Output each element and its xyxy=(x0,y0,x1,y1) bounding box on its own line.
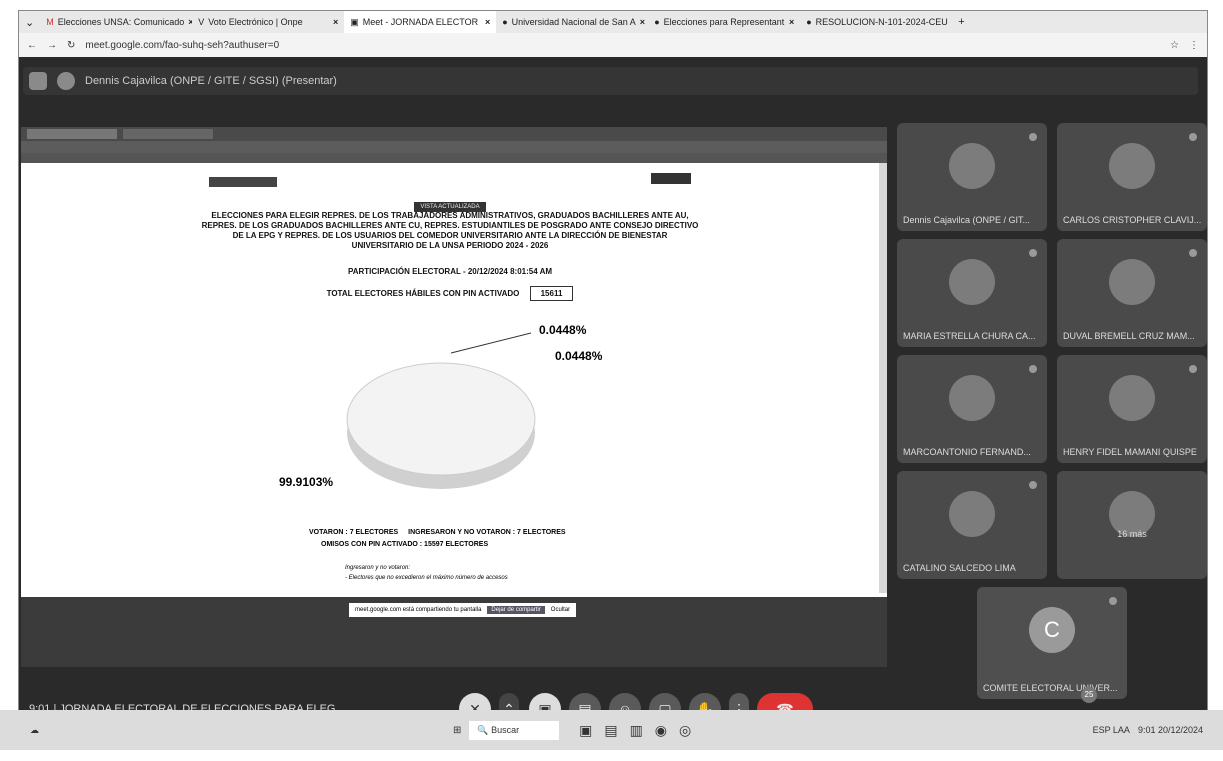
windows-taskbar: ☁ ⊞ 🔍 Buscar ▣▤▥◉◎ ESP LAA 9:01 20/12/20… xyxy=(0,710,1223,750)
tab-5[interactable]: ●RESOLUCION-N-101-2024-CEU× xyxy=(800,11,952,33)
hide-button[interactable]: Ocultar xyxy=(551,607,570,613)
address-bar: ← → ↻ meet.google.com/fao-suhq-seh?authu… xyxy=(19,33,1207,57)
leader-line xyxy=(450,332,532,354)
participant-tile[interactable]: Dennis Cajavilca (ONPE / GIT... xyxy=(897,123,1047,231)
avatar xyxy=(949,375,995,421)
tab-1[interactable]: V Voto Electrónico | Onpe × xyxy=(192,11,344,33)
tab-4[interactable]: ● Elecciones para Representant × xyxy=(648,11,800,33)
close-icon[interactable]: × xyxy=(640,17,645,27)
participant-grid: Dennis Cajavilca (ONPE / GIT... CARLOS C… xyxy=(897,123,1207,699)
shared-screen: VISTA ACTUALIZADA ELECCIONES PARA ELEGIR… xyxy=(21,127,887,667)
onpe-icon: V xyxy=(198,17,205,27)
participant-tile[interactable]: CATALINO SALCEDO LIMA xyxy=(897,471,1047,579)
participant-tile[interactable]: MARIA ESTRELLA CHURA CA... xyxy=(897,239,1047,347)
note-title: Ingresaron y no votaron: xyxy=(345,565,411,571)
star-icon[interactable]: ☆ xyxy=(1170,40,1179,51)
total-value: 15611 xyxy=(529,286,574,301)
people-count-badge: 25 xyxy=(1081,687,1097,703)
tab-0[interactable]: MElecciones UNSA: Comunicado× xyxy=(40,11,192,33)
tab-2[interactable]: ▣ Meet - JORNADA ELECTOR × xyxy=(344,11,497,33)
election-report: VISTA ACTUALIZADA ELECCIONES PARA ELEGIR… xyxy=(21,163,887,593)
meet-area: Dennis Cajavilca (ONPE / GITE / SGSI) (P… xyxy=(19,57,1207,747)
tab-list-icon[interactable]: ⌄ xyxy=(19,16,40,29)
presenter-bar: Dennis Cajavilca (ONPE / GITE / SGSI) (P… xyxy=(23,67,1198,95)
shared-tabstrip xyxy=(21,127,887,141)
url-field[interactable]: meet.google.com/fao-suhq-seh?authuser=0 xyxy=(85,40,1160,51)
participant-tile[interactable]: CARLOS CRISTOPHER CLAVIJ... xyxy=(1057,123,1207,231)
pct-label-2: 0.0448% xyxy=(555,349,603,363)
windows-start-icon[interactable]: ⊞ xyxy=(453,725,461,736)
participation-title: PARTICIPACIÓN ELECTORAL - 20/12/2024 8:0… xyxy=(347,267,553,276)
legend-voted: VOTARON : 7 ELECTORES xyxy=(309,529,399,536)
browser-window: ⌄ MElecciones UNSA: Comunicado× VVoto El… xyxy=(18,10,1208,748)
back-icon[interactable]: ← xyxy=(27,40,37,51)
gmail-icon: M xyxy=(46,17,54,27)
mic-icon xyxy=(1029,481,1037,489)
report-title: ELECCIONES PARA ELEGIR REPRES. DE LOS TR… xyxy=(201,211,699,250)
globe-icon: ● xyxy=(502,17,508,27)
layout-icon[interactable] xyxy=(29,72,47,90)
note-text: - Electores que no excedieron el máximo … xyxy=(345,575,508,581)
stop-share-button[interactable]: Dejar de compartir xyxy=(487,606,545,614)
participant-tile[interactable]: MARCOANTONIO FERNAND... xyxy=(897,355,1047,463)
avatar xyxy=(1109,375,1155,421)
forward-icon[interactable]: → xyxy=(47,40,57,51)
close-icon[interactable]: × xyxy=(333,17,338,27)
mic-icon xyxy=(1029,133,1037,141)
close-icon[interactable]: × xyxy=(485,17,490,27)
mic-icon xyxy=(1029,249,1037,257)
avatar: C xyxy=(1029,607,1075,653)
total-label: TOTAL ELECTORES HÁBILES CON PIN ACTIVADO xyxy=(326,289,520,298)
avatar xyxy=(949,143,995,189)
participant-tile[interactable]: HENRY FIDEL MAMANI QUISPE xyxy=(1057,355,1207,463)
avatar xyxy=(1109,143,1155,189)
clock[interactable]: 9:01 20/12/2024 xyxy=(1138,725,1203,735)
update-control[interactable] xyxy=(209,177,277,187)
avatar xyxy=(949,259,995,305)
export-button[interactable] xyxy=(651,173,691,184)
shared-taskbar: meet.google.com está compartiendo tu pan… xyxy=(21,597,887,667)
pct-label-big: 99.9103% xyxy=(279,475,334,489)
avatar xyxy=(1109,259,1155,305)
pct-label-1: 0.0448% xyxy=(539,323,587,337)
language-indicator[interactable]: ESP LAA xyxy=(1093,725,1130,735)
mic-icon xyxy=(1189,249,1197,257)
reload-icon[interactable]: ↻ xyxy=(67,40,75,51)
close-icon[interactable]: × xyxy=(789,17,794,27)
mic-icon xyxy=(1029,365,1037,373)
avatar xyxy=(949,491,995,537)
shared-bookmarks xyxy=(21,153,887,163)
share-notice: meet.google.com está compartiendo tu pan… xyxy=(349,603,577,617)
pinned-apps[interactable]: ▣▤▥◉◎ xyxy=(579,722,703,739)
search-box[interactable]: 🔍 Buscar xyxy=(469,720,560,740)
globe-icon: ● xyxy=(806,17,812,27)
presenter-name: Dennis Cajavilca (ONPE / GITE / SGSI) (P… xyxy=(85,75,337,87)
menu-icon[interactable]: ⋮ xyxy=(1189,40,1199,51)
tab-strip: ⌄ MElecciones UNSA: Comunicado× VVoto El… xyxy=(19,11,1207,33)
legend-omitted: OMISOS CON PIN ACTIVADO : 15597 ELECTORE… xyxy=(321,541,489,548)
more-participants-tile[interactable]: 16 más xyxy=(1057,471,1207,579)
tab-3[interactable]: ● Universidad Nacional de San A × xyxy=(496,11,648,33)
participant-tile[interactable]: DUVAL BREMELL CRUZ MAM... xyxy=(1057,239,1207,347)
mic-icon xyxy=(1189,133,1197,141)
meet-icon: ▣ xyxy=(350,16,359,27)
shared-urlbar xyxy=(21,141,887,153)
legend-entered: INGRESARON Y NO VOTARON : 7 ELECTORES xyxy=(408,529,566,536)
record-icon[interactable] xyxy=(57,72,75,90)
mic-icon xyxy=(1189,365,1197,373)
mic-icon xyxy=(1109,597,1117,605)
weather-icon[interactable]: ☁ xyxy=(30,725,39,736)
new-tab-button[interactable]: + xyxy=(952,16,970,28)
globe-icon: ● xyxy=(654,17,660,27)
